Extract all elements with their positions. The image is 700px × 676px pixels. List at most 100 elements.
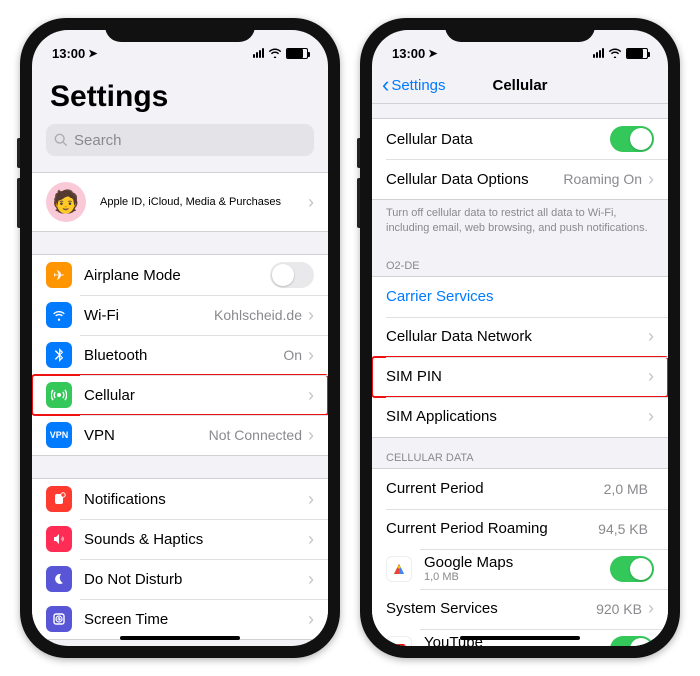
label-dnd: Do Not Disturb: [84, 571, 308, 588]
chevron-right-icon: ›: [308, 425, 314, 446]
detail-bluetooth: On: [283, 347, 302, 363]
sounds-icon: [46, 526, 72, 552]
toggle-app-maps[interactable]: [610, 556, 654, 582]
label-screentime: Screen Time: [84, 611, 308, 628]
chevron-right-icon: ›: [308, 529, 314, 550]
airplane-icon: ✈: [46, 262, 72, 288]
wifi-status-icon: [268, 46, 282, 61]
avatar: 🧑: [46, 182, 86, 222]
status-time: 13:00: [392, 46, 425, 61]
chevron-right-icon: ›: [308, 305, 314, 326]
row-current-period-roaming[interactable]: Current Period Roaming 94,5 KB: [372, 509, 668, 549]
row-cellular[interactable]: Cellular ›: [32, 375, 328, 415]
row-sim-pin[interactable]: SIM PIN ›: [372, 357, 668, 397]
screen-cellular: 13:00 ➤ ‹ Settings Cellular Cellu: [372, 30, 668, 646]
label-wifi: Wi-Fi: [84, 307, 214, 324]
label-system-services: System Services: [386, 600, 596, 617]
chevron-right-icon: ›: [308, 489, 314, 510]
youtube-icon: [386, 636, 412, 646]
row-dnd[interactable]: Do Not Disturb ›: [32, 559, 328, 599]
nav-title: Cellular: [492, 77, 547, 94]
row-sim-applications[interactable]: SIM Applications ›: [372, 397, 668, 437]
cellular-signal-icon: [253, 48, 264, 58]
label-cellular: Cellular: [84, 387, 308, 404]
row-app-google-maps[interactable]: Google Maps 1,0 MB: [372, 549, 668, 589]
search-placeholder: Search: [74, 132, 122, 149]
home-indicator[interactable]: [460, 636, 580, 640]
row-carrier-services[interactable]: Carrier Services: [372, 277, 668, 317]
label-sounds: Sounds & Haptics: [84, 531, 308, 548]
carrier-header: O2-DE: [372, 246, 668, 276]
back-label: Settings: [391, 77, 445, 94]
chevron-right-icon: ›: [648, 598, 654, 619]
label-current-period-roaming: Current Period Roaming: [386, 520, 598, 537]
row-current-period[interactable]: Current Period 2,0 MB: [372, 469, 668, 509]
chevron-right-icon: ›: [648, 366, 654, 387]
cellular-signal-icon: [593, 48, 604, 58]
label-airplane: Airplane Mode: [84, 267, 270, 284]
row-screentime[interactable]: Screen Time ›: [32, 599, 328, 639]
cellular-data-footer: Turn off cellular data to restrict all d…: [372, 200, 668, 246]
dnd-icon: [46, 566, 72, 592]
wifi-icon: [46, 302, 72, 328]
page-title: Settings: [32, 68, 328, 120]
label-notifications: Notifications: [84, 491, 308, 508]
cellular-icon: [46, 382, 72, 408]
google-maps-icon: [386, 556, 412, 582]
label-cellular-data-network: Cellular Data Network: [386, 328, 648, 345]
phone-left: 13:00 ➤ Settings Search 🧑: [20, 18, 340, 658]
detail-system-services: 920 KB: [596, 601, 642, 617]
row-system-services[interactable]: System Services 920 KB ›: [372, 589, 668, 629]
row-wifi[interactable]: Wi-Fi Kohlscheid.de ›: [32, 295, 328, 335]
location-icon: ➤: [88, 47, 97, 60]
notch: [105, 18, 255, 42]
row-cellular-data[interactable]: Cellular Data: [372, 119, 668, 159]
status-time: 13:00: [52, 46, 85, 61]
battery-icon: [626, 48, 648, 59]
notifications-icon: [46, 486, 72, 512]
back-button[interactable]: ‹ Settings: [382, 74, 446, 96]
label-cellular-data-options: Cellular Data Options: [386, 171, 563, 188]
vpn-icon: VPN: [46, 422, 72, 448]
label-current-period: Current Period: [386, 480, 604, 497]
bluetooth-icon: [46, 342, 72, 368]
screentime-icon: [46, 606, 72, 632]
detail-wifi: Kohlscheid.de: [214, 307, 302, 323]
chevron-right-icon: ›: [648, 406, 654, 427]
label-cellular-data: Cellular Data: [386, 131, 610, 148]
search-input[interactable]: Search: [46, 124, 314, 156]
phone-right: 13:00 ➤ ‹ Settings Cellular Cellu: [360, 18, 680, 658]
notch: [445, 18, 595, 42]
chevron-right-icon: ›: [648, 169, 654, 190]
search-icon: [54, 133, 68, 147]
home-indicator[interactable]: [120, 636, 240, 640]
detail-current-period-roaming: 94,5 KB: [598, 521, 648, 537]
chevron-right-icon: ›: [308, 569, 314, 590]
nav-bar: ‹ Settings Cellular: [372, 68, 668, 104]
chevron-left-icon: ‹: [382, 74, 389, 96]
detail-vpn: Not Connected: [209, 427, 302, 443]
toggle-airplane[interactable]: [270, 262, 314, 288]
row-cellular-data-options[interactable]: Cellular Data Options Roaming On ›: [372, 159, 668, 199]
sub-app-maps: 1,0 MB: [424, 571, 610, 583]
apple-id-row[interactable]: 🧑 Apple ID, iCloud, Media & Purchases ›: [32, 173, 328, 231]
battery-icon: [286, 48, 308, 59]
label-bluetooth: Bluetooth: [84, 347, 283, 364]
row-airplane-mode[interactable]: ✈ Airplane Mode: [32, 255, 328, 295]
chevron-right-icon: ›: [308, 609, 314, 630]
chevron-right-icon: ›: [308, 385, 314, 406]
chevron-right-icon: ›: [308, 345, 314, 366]
row-notifications[interactable]: Notifications ›: [32, 479, 328, 519]
row-bluetooth[interactable]: Bluetooth On ›: [32, 335, 328, 375]
toggle-cellular-data[interactable]: [610, 126, 654, 152]
row-vpn[interactable]: VPN VPN Not Connected ›: [32, 415, 328, 455]
chevron-right-icon: ›: [648, 326, 654, 347]
cellular-data-header: CELLULAR DATA: [372, 438, 668, 468]
row-cellular-data-network[interactable]: Cellular Data Network ›: [372, 317, 668, 357]
label-carrier-services: Carrier Services: [386, 288, 654, 305]
toggle-app-youtube[interactable]: [610, 636, 654, 646]
label-sim-pin: SIM PIN: [386, 368, 648, 385]
wifi-status-icon: [608, 46, 622, 61]
row-sounds[interactable]: Sounds & Haptics ›: [32, 519, 328, 559]
apple-id-subtitle: Apple ID, iCloud, Media & Purchases: [100, 196, 308, 208]
